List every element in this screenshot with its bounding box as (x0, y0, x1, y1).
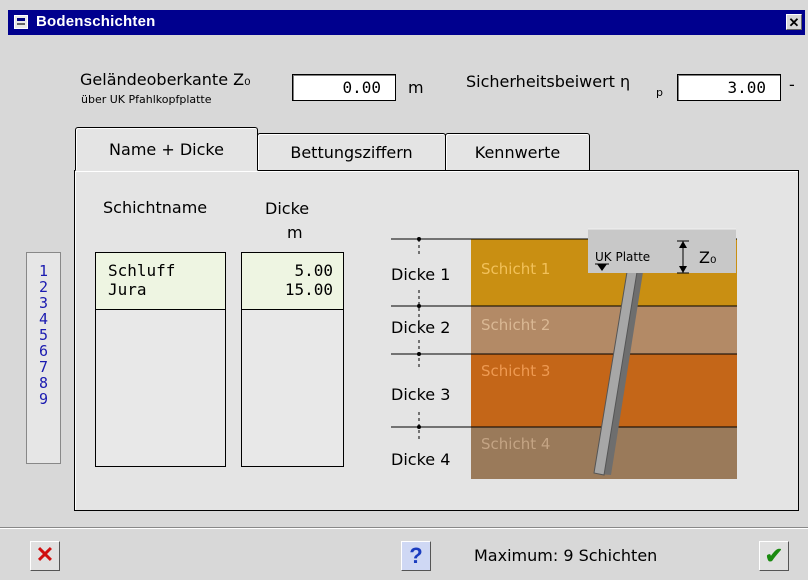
tab-name-dicke[interactable]: Name + Dicke (75, 127, 258, 171)
uk-platte-label: UK Platte (595, 250, 650, 264)
help-icon: ? (409, 543, 423, 568)
z0-label: Z₀ (699, 248, 716, 267)
tab-bettungsziffern[interactable]: Bettungsziffern (257, 133, 446, 171)
layer-dicke-cell[interactable]: 5.00 (294, 261, 333, 281)
window-icon (14, 15, 28, 29)
title-bar: Bodenschichten ✕ (8, 10, 805, 35)
schichtname-list[interactable]: Schluff Jura (95, 252, 226, 467)
row-number: 1 (38, 262, 49, 280)
dicke-list[interactable]: 5.00 15.00 (241, 252, 344, 467)
row-number: 7 (38, 358, 49, 376)
dicke-label-1: Dicke 1 (391, 265, 450, 284)
schicht-label-1: Schicht 1 (481, 260, 550, 278)
schicht-label-4: Schicht 4 (481, 435, 550, 453)
layer-name-cell[interactable]: Jura (108, 280, 147, 300)
status-text: Maximum: 9 Schichten (474, 546, 658, 565)
dicke-label-4: Dicke 4 (391, 450, 450, 469)
help-button[interactable]: ? (401, 541, 431, 571)
soil-layer-diagram: Dicke 1 Dicke 2 Dicke 3 Dicke 4 Schicht … (391, 228, 737, 479)
schicht-label-3: Schicht 3 (481, 362, 550, 380)
row-number: 4 (38, 310, 49, 328)
dicke-label-3: Dicke 3 (391, 385, 450, 404)
dicke-unit: m (287, 223, 303, 242)
layer-name-cell[interactable]: Schluff (108, 261, 175, 281)
sicherheit-subscript: p (656, 86, 663, 99)
close-icon[interactable]: ✕ (786, 14, 802, 30)
gelaende-input[interactable]: 0.00 (292, 74, 396, 101)
cancel-button[interactable]: ✕ (30, 541, 60, 571)
row-number: 5 (38, 326, 49, 344)
sicherheit-input[interactable]: 3.00 (677, 74, 781, 101)
row-number: 9 (38, 390, 49, 408)
row-number: 2 (38, 278, 49, 296)
sicherheit-unit: - (789, 75, 795, 94)
cancel-icon: ✕ (35, 542, 55, 567)
row-number: 8 (38, 374, 49, 392)
gelaende-sublabel: über UK Pfahlkopfplatte (81, 93, 212, 106)
checkmark-icon: ✔ (764, 543, 784, 568)
row-number: 3 (38, 294, 49, 312)
layer-dicke-cell[interactable]: 15.00 (285, 280, 333, 300)
gelaende-unit: m (408, 78, 424, 97)
schicht-label-2: Schicht 2 (481, 316, 550, 334)
ok-button[interactable]: ✔ (759, 541, 789, 571)
tab-kennwerte[interactable]: Kennwerte (445, 133, 590, 171)
schichtname-header: Schichtname (103, 198, 208, 217)
dicke-label-2: Dicke 2 (391, 318, 450, 337)
dicke-header: Dicke (265, 199, 310, 218)
row-number: 6 (38, 342, 49, 360)
window-title: Bodenschichten (36, 13, 156, 30)
row-number-column: 1 2 3 4 5 6 7 8 9 (26, 252, 61, 464)
gelaende-label: Geländeoberkante Z₀ (80, 70, 251, 89)
sicherheit-label: Sicherheitsbeiwert η (466, 72, 631, 91)
